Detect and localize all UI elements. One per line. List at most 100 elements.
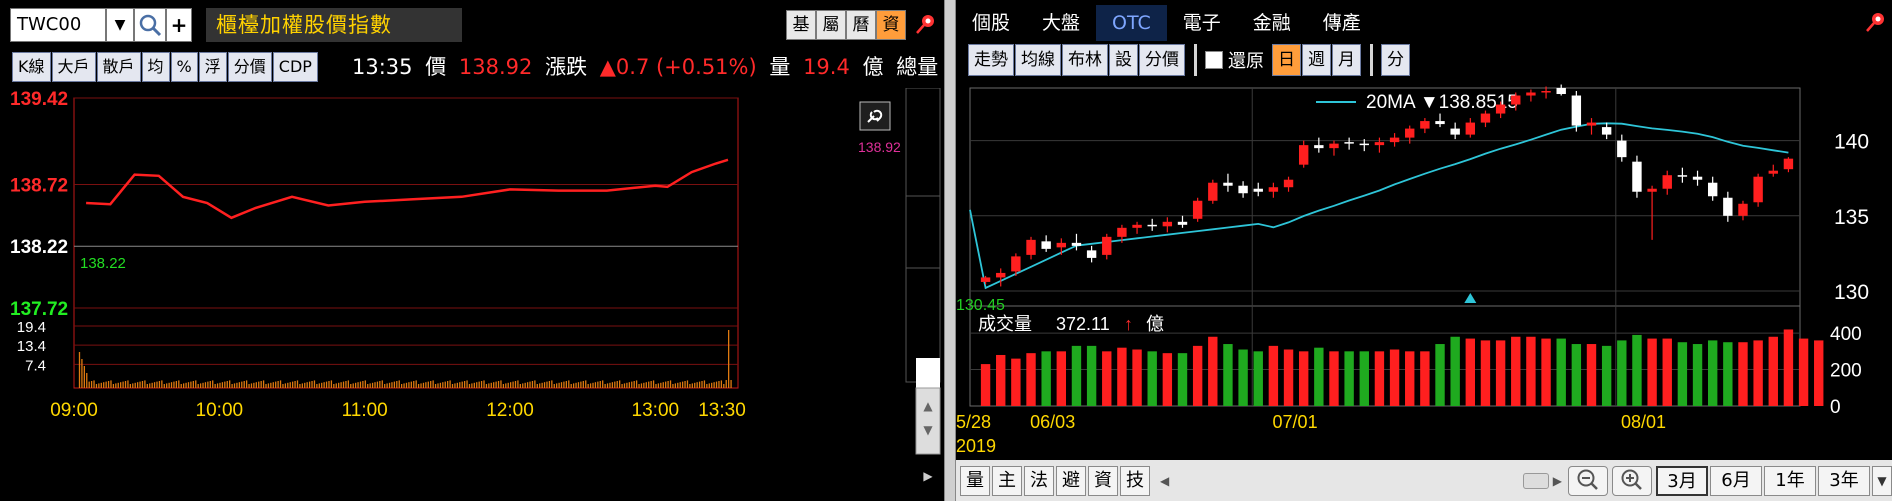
range-button-1[interactable]: 6月 bbox=[1710, 465, 1762, 496]
intraday-chart[interactable]: 139.42 138.72 138.22 137.72 138.22 138.92 7.4 1… bbox=[0, 88, 944, 501]
volume-unit: 億 bbox=[1146, 314, 1164, 334]
info-button-2[interactable]: 曆 bbox=[846, 10, 876, 40]
volume-bar bbox=[350, 384, 352, 388]
range-button-2[interactable]: 1年 bbox=[1764, 465, 1816, 496]
indicator-button-4[interactable]: % bbox=[170, 52, 198, 82]
kline-tool-button-2[interactable]: 布林 bbox=[1062, 44, 1108, 76]
volume-bar bbox=[701, 381, 703, 388]
period-button-1[interactable]: 週 bbox=[1302, 44, 1331, 76]
volume-bar bbox=[161, 380, 163, 388]
indicator-switch-button-0[interactable]: 量 bbox=[960, 465, 990, 496]
info-button-3[interactable]: 資 bbox=[876, 10, 906, 40]
indicator-button-7[interactable]: CDP bbox=[272, 52, 318, 82]
volume-bar bbox=[1798, 338, 1809, 406]
volume-bar bbox=[679, 382, 681, 388]
expand-right-icon[interactable]: ▶ bbox=[923, 469, 933, 483]
volume-bar bbox=[517, 380, 519, 388]
symbol-input[interactable]: TWC00 bbox=[10, 8, 106, 42]
indicator-switch-button-4[interactable]: 資 bbox=[1088, 465, 1118, 496]
kline-tool-button-1[interactable]: 均線 bbox=[1015, 44, 1061, 76]
scroll-left-icon[interactable]: ◀ bbox=[1160, 474, 1169, 488]
zoom-out-button[interactable] bbox=[1568, 465, 1608, 496]
indicator-switch-button-5[interactable]: 技 bbox=[1120, 465, 1150, 496]
quote-line: 13:35 價 138.92 漲跌 ▲0.7 (+0.51%) 量 19.4 億… bbox=[352, 52, 938, 82]
total-volume-label: 總量 bbox=[896, 55, 938, 79]
pin-icon[interactable] bbox=[1864, 10, 1888, 34]
range-dropdown[interactable]: ▼ bbox=[1872, 465, 1892, 496]
volume-bar bbox=[565, 381, 568, 388]
zoom-in-button[interactable] bbox=[1612, 465, 1652, 496]
search-button[interactable] bbox=[134, 8, 166, 42]
toolbar-separator bbox=[1370, 44, 1373, 76]
indicator-button-6[interactable]: 分價 bbox=[227, 52, 272, 82]
period-button-0[interactable]: 日 bbox=[1272, 44, 1301, 76]
restore-checkbox[interactable] bbox=[1205, 51, 1223, 69]
market-tab-4[interactable]: 金融 bbox=[1237, 5, 1307, 41]
volume-caption: 成交量 bbox=[978, 314, 1032, 334]
volume-bar bbox=[357, 382, 359, 388]
kline-tool-button-4[interactable]: 分價 bbox=[1139, 44, 1185, 76]
link-icon[interactable] bbox=[859, 101, 891, 131]
info-button-0[interactable]: 基 bbox=[786, 10, 816, 40]
volume-bar bbox=[577, 382, 580, 388]
volume-bar bbox=[1298, 351, 1309, 406]
volume-bar bbox=[1147, 351, 1157, 406]
market-tab-1[interactable]: 大盤 bbox=[1026, 5, 1096, 41]
indicator-switch-button-2[interactable]: 法 bbox=[1024, 465, 1054, 496]
volume-bar bbox=[275, 381, 277, 388]
kline-tool-button-3[interactable]: 設 bbox=[1109, 44, 1138, 76]
market-tab-2[interactable]: OTC bbox=[1096, 5, 1167, 41]
volume-bar bbox=[1011, 358, 1021, 406]
period-button-2[interactable]: 月 bbox=[1332, 44, 1361, 76]
candle-body bbox=[1586, 122, 1597, 126]
market-tab-0[interactable]: 個股 bbox=[956, 5, 1026, 41]
range-button-3[interactable]: 3年 bbox=[1818, 465, 1870, 496]
pin-icon[interactable] bbox=[914, 12, 938, 36]
indicator-button-0[interactable]: K線 bbox=[12, 52, 51, 82]
volume-bar bbox=[529, 381, 531, 388]
add-button[interactable]: + bbox=[166, 8, 192, 42]
symbol-dropdown-button[interactable]: ▼ bbox=[106, 8, 134, 42]
scroll-arrows[interactable] bbox=[915, 387, 941, 455]
kline-chart[interactable]: 14013513020MA ▼138.8515143.73130.4540020… bbox=[956, 84, 1892, 460]
intraday-panel: TWC00 ▼ + 櫃檯加權股價指數 基屬曆資 K線 大戶 散戶均% 浮分價 CDP 1… bbox=[0, 0, 944, 501]
volume-bar bbox=[558, 382, 560, 388]
side-scroll-track[interactable] bbox=[905, 88, 941, 383]
volume-bar bbox=[144, 380, 146, 388]
indicator-button-3[interactable]: 均 bbox=[141, 52, 170, 82]
volume-value: 19.4 bbox=[803, 55, 850, 79]
volume-bar bbox=[616, 381, 618, 388]
volume-bar bbox=[599, 381, 601, 388]
volume-bar bbox=[473, 382, 475, 388]
volume-bar bbox=[166, 383, 168, 388]
indicator-button-5[interactable]: 浮 bbox=[198, 52, 227, 82]
scroll-down-icon[interactable]: ▼ bbox=[923, 423, 933, 437]
volume-bar bbox=[643, 382, 645, 388]
scroll-thumb[interactable] bbox=[1522, 472, 1549, 489]
candle-body bbox=[1389, 137, 1400, 143]
time-axis-label: 11:00 bbox=[342, 400, 388, 421]
scroll-up-icon[interactable]: ▲ bbox=[923, 399, 933, 413]
indicator-switch-button-1[interactable]: 主 bbox=[992, 465, 1022, 496]
info-button-1[interactable]: 屬 bbox=[816, 10, 846, 40]
volume-bar bbox=[694, 382, 696, 388]
volume-bar bbox=[1738, 342, 1748, 406]
pane-divider[interactable] bbox=[944, 0, 956, 501]
market-tab-5[interactable]: 傳產 bbox=[1307, 5, 1377, 41]
candle-body bbox=[1026, 239, 1036, 255]
volume-bar bbox=[224, 381, 226, 388]
indicator-button-2[interactable]: 散戶 bbox=[96, 52, 141, 82]
kline-tool-button-0[interactable]: 走勢 bbox=[968, 44, 1014, 76]
scroll-right-icon[interactable]: ▶ bbox=[1553, 474, 1562, 488]
candle-body bbox=[1435, 121, 1445, 125]
range-button-0[interactable]: 3月 bbox=[1656, 465, 1708, 496]
candle-body bbox=[980, 277, 991, 282]
volume-bar bbox=[657, 383, 660, 388]
minute-button[interactable]: 分 bbox=[1381, 44, 1410, 76]
indicator-button-1[interactable]: 大戶 bbox=[51, 52, 96, 82]
market-tab-3[interactable]: 電子 bbox=[1167, 5, 1237, 41]
volume-bar bbox=[619, 380, 621, 388]
volume-bar bbox=[333, 384, 335, 388]
indicator-switch-button-3[interactable]: 避 bbox=[1056, 465, 1086, 496]
scroll-thumb[interactable] bbox=[916, 358, 940, 388]
